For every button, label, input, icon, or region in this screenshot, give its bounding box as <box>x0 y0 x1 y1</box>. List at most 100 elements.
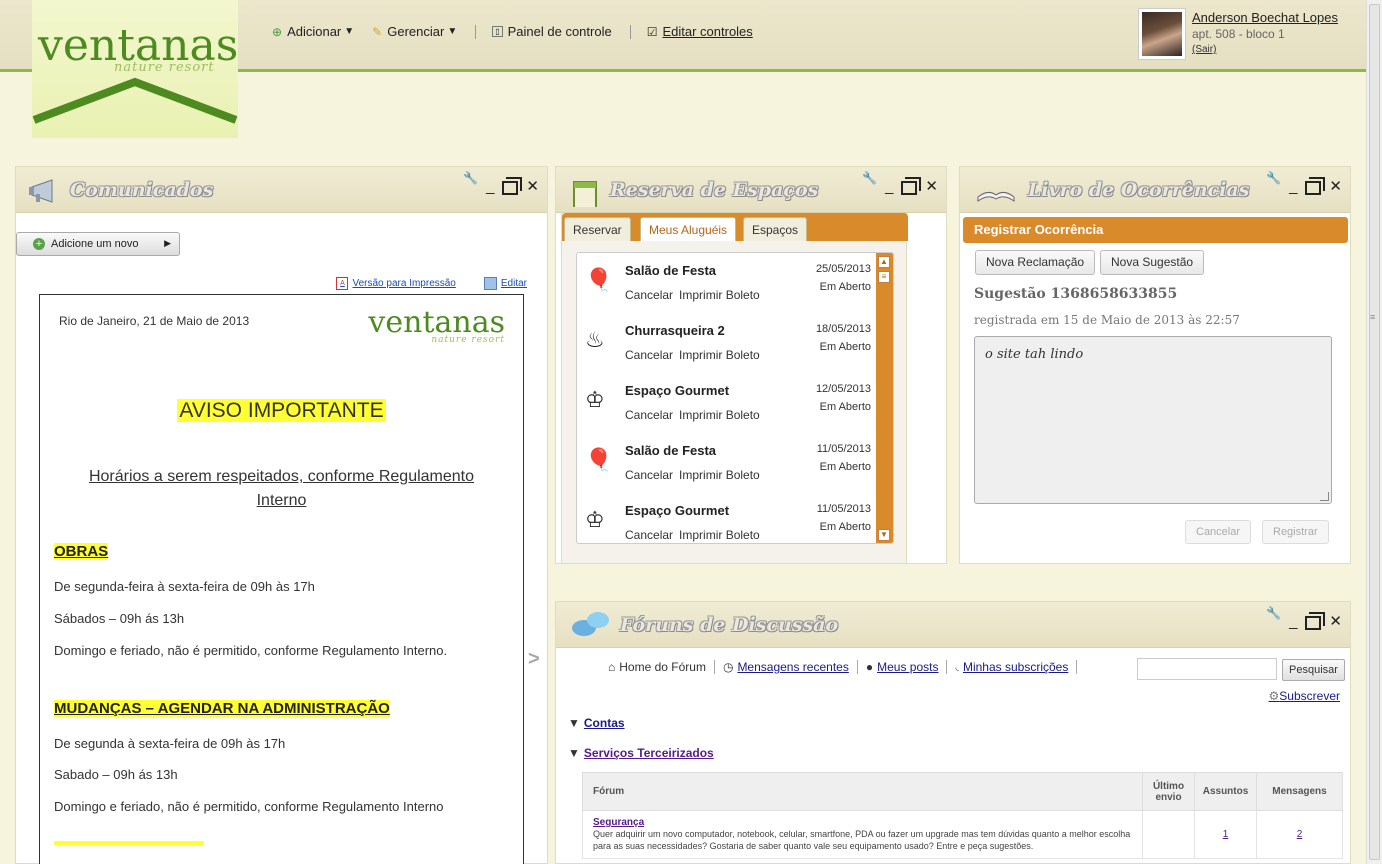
my-posts-link[interactable]: ● Meus posts <box>866 660 939 674</box>
comunicado-links: A Versão para Impressão Editar <box>308 277 527 290</box>
close-icon[interactable]: ✕ <box>1329 177 1342 195</box>
plus-icon: + <box>33 238 45 250</box>
maximize-icon[interactable] <box>1305 177 1326 195</box>
portlet-header: Livro de Ocorrências 🔧 _ ✕ <box>960 167 1350 213</box>
reservation-date: 12/05/2013 <box>815 383 871 395</box>
subscribe-link[interactable]: ⚙Subscrever <box>1269 689 1340 703</box>
scroll-down-icon[interactable]: ▼ <box>878 529 890 541</box>
close-icon[interactable]: ✕ <box>526 177 539 195</box>
page-scrollbar[interactable]: ≡ <box>1366 0 1382 864</box>
edit-link[interactable]: Editar <box>483 277 527 290</box>
wrench-icon[interactable]: 🔧 <box>1266 171 1281 185</box>
list-item: ♔ Espaço Gourmet Cancelar Imprimir Boleto… <box>577 493 877 543</box>
category-link[interactable]: Contas <box>584 716 625 730</box>
space-name: Churrasqueira 2 <box>625 323 725 338</box>
close-icon[interactable]: ✕ <box>925 177 938 195</box>
minimize-icon[interactable]: _ <box>486 178 494 195</box>
minimize-icon[interactable]: _ <box>885 178 893 195</box>
reservation-date: 11/05/2013 <box>816 443 871 455</box>
open-book-icon <box>977 191 1015 202</box>
print-boleto-link[interactable]: Imprimir Boleto <box>679 348 760 362</box>
list-scrollbar[interactable]: ▲ ≡ ▼ <box>876 253 893 543</box>
user-name-link[interactable]: Anderson Boechat Lopes <box>1192 10 1338 25</box>
menu-divider <box>475 24 477 39</box>
wrench-icon[interactable]: 🔧 <box>463 171 478 185</box>
control-panel-label: Painel de controle <box>507 24 612 39</box>
tab-reservar[interactable]: Reservar <box>564 217 631 241</box>
space-name: Espaço Gourmet <box>625 383 730 398</box>
print-version-link[interactable]: A Versão para Impressão <box>336 277 456 290</box>
category-link[interactable]: Serviços Terceirizados <box>584 746 714 760</box>
new-complaint-button[interactable]: Nova Reclamação <box>975 250 1096 275</box>
edit-controls-link[interactable]: ☑ Editar controles <box>647 24 753 39</box>
cancel-link[interactable]: Cancelar <box>625 468 673 482</box>
print-boleto-link[interactable]: Imprimir Boleto <box>679 408 760 422</box>
category-servicos[interactable]: ▼ Serviços Terceirizados <box>568 746 714 760</box>
add-menu[interactable]: ⊕ Adicionar ▼ <box>272 24 354 39</box>
tab-espacos[interactable]: Espaços <box>743 217 808 241</box>
recent-messages-link[interactable]: ◷ Mensagens recentes <box>723 660 849 674</box>
document-date: Rio de Janeiro, 21 de Maio de 2013 <box>59 314 250 328</box>
document-subtitle: Horários a serem respeitados, conforme R… <box>88 468 475 509</box>
user-icon: ● <box>865 660 874 674</box>
chevron-right-icon[interactable]: > <box>528 648 540 671</box>
avatar[interactable] <box>1138 8 1186 60</box>
search-button[interactable]: Pesquisar <box>1282 659 1345 681</box>
minimize-icon[interactable]: _ <box>1289 613 1297 630</box>
forum-table: Fórum Último envio Assuntos Mensagens Se… <box>582 772 1343 859</box>
space-name: Salão de Festa <box>625 443 717 458</box>
minimize-icon[interactable]: _ <box>1289 178 1297 195</box>
space-name: Espaço Gourmet <box>625 503 730 518</box>
chat-bubbles-icon <box>572 612 609 636</box>
wrench-icon[interactable]: 🔧 <box>862 171 877 185</box>
reserva-body: Reservar Meus Aluguéis Espaços 🎈 Salão d… <box>561 213 908 564</box>
wrench-icon[interactable]: 🔧 <box>1266 606 1281 620</box>
scroll-thumb[interactable]: ≡ <box>878 271 890 283</box>
list-item: ♨ Churrasqueira 2 Cancelar Imprimir Bolet… <box>577 313 877 373</box>
register-button[interactable]: Registrar <box>1262 520 1329 544</box>
new-suggestion-button[interactable]: Nova Sugestão <box>1100 250 1205 275</box>
pencil-icon: ✎ <box>372 24 383 39</box>
cancel-link[interactable]: Cancelar <box>625 408 673 422</box>
topics-count-link[interactable]: 1 <box>1194 810 1257 859</box>
print-boleto-link[interactable]: Imprimir Boleto <box>679 468 760 482</box>
portlet-controls: 🔧 _ ✕ <box>1258 606 1342 630</box>
logout-link[interactable]: (Sair) <box>1192 44 1338 55</box>
forum-search-input[interactable] <box>1137 658 1277 680</box>
cancel-link[interactable]: Cancelar <box>625 348 673 362</box>
close-icon[interactable]: ✕ <box>1329 612 1342 630</box>
chef-hat-icon: ♔ <box>585 387 605 412</box>
subscribe-label: Subscrever <box>1279 689 1340 703</box>
portlet-header: Fóruns de Discussão 🔧 _ ✕ <box>556 602 1350 648</box>
print-boleto-link[interactable]: Imprimir Boleto <box>679 288 760 302</box>
user-apartment: apt. 508 - bloco 1 <box>1192 27 1285 41</box>
cancel-link[interactable]: Cancelar <box>625 288 673 302</box>
forum-home-link[interactable]: ⌂ Home do Fórum <box>608 660 706 674</box>
section-title: MUDANÇAS – AGENDAR NA ADMINISTRAÇÃO <box>54 700 390 717</box>
print-boleto-link[interactable]: Imprimir Boleto <box>679 528 760 542</box>
portlet-title: Reserva de Espaços <box>610 179 819 201</box>
occurrence-textarea[interactable]: o site tah lindo <box>974 336 1332 504</box>
scroll-up-icon[interactable]: ▲ <box>878 256 890 268</box>
manage-menu[interactable]: ✎ Gerenciar ▼ <box>372 24 457 39</box>
add-new-button[interactable]: + Adicione um novo ▶ <box>16 232 180 256</box>
register-occurrence-bar: Registrar Ocorrência <box>963 217 1348 243</box>
logo[interactable]: ventanas nature resort <box>32 0 238 138</box>
reservation-date: 25/05/2013 <box>815 263 871 275</box>
forum-title-link[interactable]: Segurança <box>593 817 1132 828</box>
entry-meta: registrada em 15 de Maio de 2013 às 22:5… <box>974 313 1240 327</box>
cancel-button[interactable]: Cancelar <box>1185 520 1252 544</box>
messages-count-link[interactable]: 2 <box>1256 810 1343 859</box>
cancel-link[interactable]: Cancelar <box>625 528 673 542</box>
maximize-icon[interactable] <box>1305 612 1326 630</box>
column-header: Fórum <box>582 772 1143 811</box>
menu-divider <box>629 24 631 39</box>
tab-meus-alugueis[interactable]: Meus Aluguéis <box>640 217 737 241</box>
reserva-tabs: Reservar Meus Aluguéis Espaços <box>562 213 908 241</box>
category-contas[interactable]: ▼ Contas <box>568 716 625 730</box>
control-panel-link[interactable]: ▯ Painel de controle <box>492 24 612 39</box>
maximize-icon[interactable] <box>901 177 922 195</box>
reservation-date: 11/05/2013 <box>816 503 871 515</box>
my-subscriptions-link[interactable]: ◟ Minhas subscrições <box>955 660 1068 674</box>
maximize-icon[interactable] <box>502 177 523 195</box>
